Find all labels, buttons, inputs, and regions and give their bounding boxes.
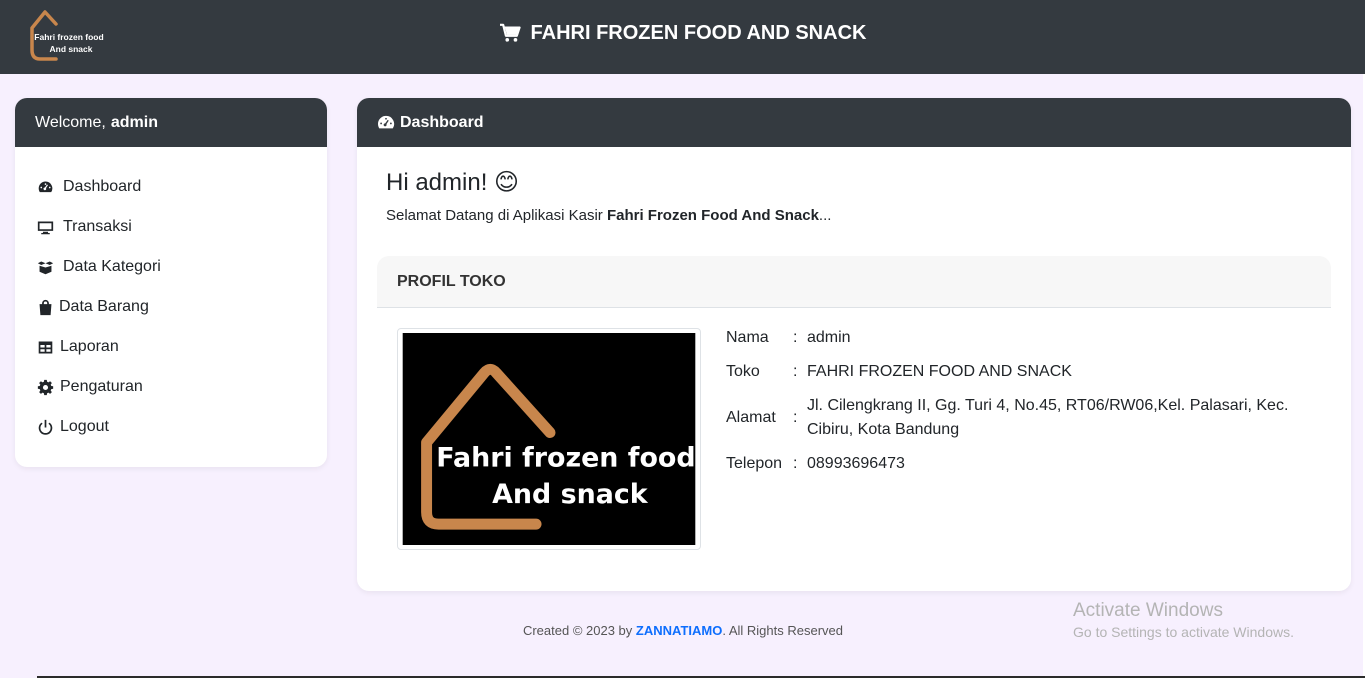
sidebar-item-dashboard[interactable]: Dashboard xyxy=(15,167,327,207)
gear-icon xyxy=(35,378,55,396)
sidebar-item-label: Logout xyxy=(60,418,109,435)
sidebar-item-label: Dashboard xyxy=(63,178,142,195)
watermark-subtitle: Go to Settings to activate Windows. xyxy=(1073,624,1294,640)
store-profile-info: Nama : admin Toko : FAHRI FROZEN FOOD AN… xyxy=(726,326,1326,486)
shopping-bag-icon xyxy=(35,298,55,316)
profile-label: Nama xyxy=(726,329,769,346)
gauge-icon xyxy=(378,115,395,128)
top-navbar: Fahri frozen food And snack FAHRI FROZEN… xyxy=(0,0,1365,74)
power-icon xyxy=(35,418,55,436)
sidebar-item-data-barang[interactable]: Data Barang xyxy=(15,287,327,327)
footer-suffix: . All Rights Reserved xyxy=(722,623,844,638)
profile-sep: : xyxy=(793,455,798,472)
page-footer: Created © 2023 by ZANNATIAMO. All Rights… xyxy=(357,623,1009,638)
sidebar-item-logout[interactable]: Logout xyxy=(15,407,327,447)
footer-author-link[interactable]: ZANNATIAMO xyxy=(636,623,722,638)
sidebar-item-pengaturan[interactable]: Pengaturan xyxy=(15,367,327,407)
dashboard-card: Dashboard Hi admin! 😊 Selamat Datang di … xyxy=(357,98,1351,591)
cart-icon xyxy=(499,23,521,42)
sidebar-item-label: Data Barang xyxy=(59,298,149,315)
profile-label: Alamat xyxy=(726,409,776,426)
sidebar-item-data-kategori[interactable]: Data Kategori xyxy=(15,247,327,287)
gauge-icon xyxy=(35,178,55,196)
profile-label: Telepon xyxy=(726,455,783,472)
sidebar-card: Welcome, admin Dashboard Transaksi Data … xyxy=(15,98,327,467)
welcome-message: Selamat Datang di Aplikasi Kasir Fahri F… xyxy=(386,207,831,224)
profile-value: Jl. Cilengkrang II, Gg. Turi 4, No.45, R… xyxy=(807,397,1289,438)
profil-toko-title: PROFIL TOKO xyxy=(397,272,506,290)
sidebar-item-label: Data Kategori xyxy=(63,258,161,275)
profile-row-toko: Toko : FAHRI FROZEN FOOD AND SNACK xyxy=(726,360,1326,384)
sidebar-item-laporan[interactable]: Laporan xyxy=(15,327,327,367)
sidebar-item-label: Transaksi xyxy=(63,218,132,235)
profile-value: 08993696473 xyxy=(807,455,905,472)
table-icon xyxy=(35,338,55,356)
profile-row-alamat: Alamat : Jl. Cilengkrang II, Gg. Turi 4,… xyxy=(726,394,1326,442)
windows-activation-watermark: Activate Windows Go to Settings to activ… xyxy=(1073,600,1294,640)
profile-value: FAHRI FROZEN FOOD AND SNACK xyxy=(807,363,1072,380)
store-logo-picture: Fahri frozen food And snack xyxy=(402,333,696,545)
footer-prefix: Created © 2023 by xyxy=(522,623,633,638)
greeting-heading: Hi admin! 😊 xyxy=(386,169,520,196)
store-image-line2: And snack xyxy=(492,479,649,510)
sidebar-item-transaksi[interactable]: Transaksi xyxy=(15,207,327,247)
profile-sep: : xyxy=(793,409,798,426)
welcome-text: Selamat Datang di Aplikasi Kasir xyxy=(386,207,603,224)
profile-value: admin xyxy=(807,329,851,346)
sidebar-menu: Dashboard Transaksi Data Kategori Data B… xyxy=(15,147,327,447)
profil-toko-header: PROFIL TOKO xyxy=(377,256,1331,308)
sidebar-header: Welcome, admin xyxy=(15,98,327,147)
boxes-icon xyxy=(35,258,55,276)
profile-row-nama: Nama : admin xyxy=(726,326,1326,350)
welcome-username: admin xyxy=(110,113,158,131)
sidebar-item-label: Pengaturan xyxy=(60,378,143,395)
sidebar-item-label: Laporan xyxy=(60,338,119,355)
profile-row-telepon: Telepon : 08993696473 xyxy=(726,452,1326,476)
watermark-title: Activate Windows xyxy=(1073,600,1223,621)
welcome-store-name: Fahri Frozen Food And Snack xyxy=(606,207,819,224)
welcome-suffix: ... xyxy=(818,207,832,224)
profile-sep: : xyxy=(793,329,798,346)
welcome-prefix: Welcome, xyxy=(35,113,106,131)
store-image-line1: Fahri frozen food xyxy=(436,442,695,473)
profile-sep: : xyxy=(793,363,798,380)
app-title-text: FAHRI FROZEN FOOD AND SNACK xyxy=(530,21,867,44)
dashboard-header: Dashboard xyxy=(357,98,1351,147)
profile-label: Toko xyxy=(726,363,760,380)
store-logo-image: Fahri frozen food And snack xyxy=(397,328,701,550)
dashboard-title: Dashboard xyxy=(400,113,484,131)
monitor-icon xyxy=(35,218,55,236)
app-title: FAHRI FROZEN FOOD AND SNACK xyxy=(0,0,1365,66)
